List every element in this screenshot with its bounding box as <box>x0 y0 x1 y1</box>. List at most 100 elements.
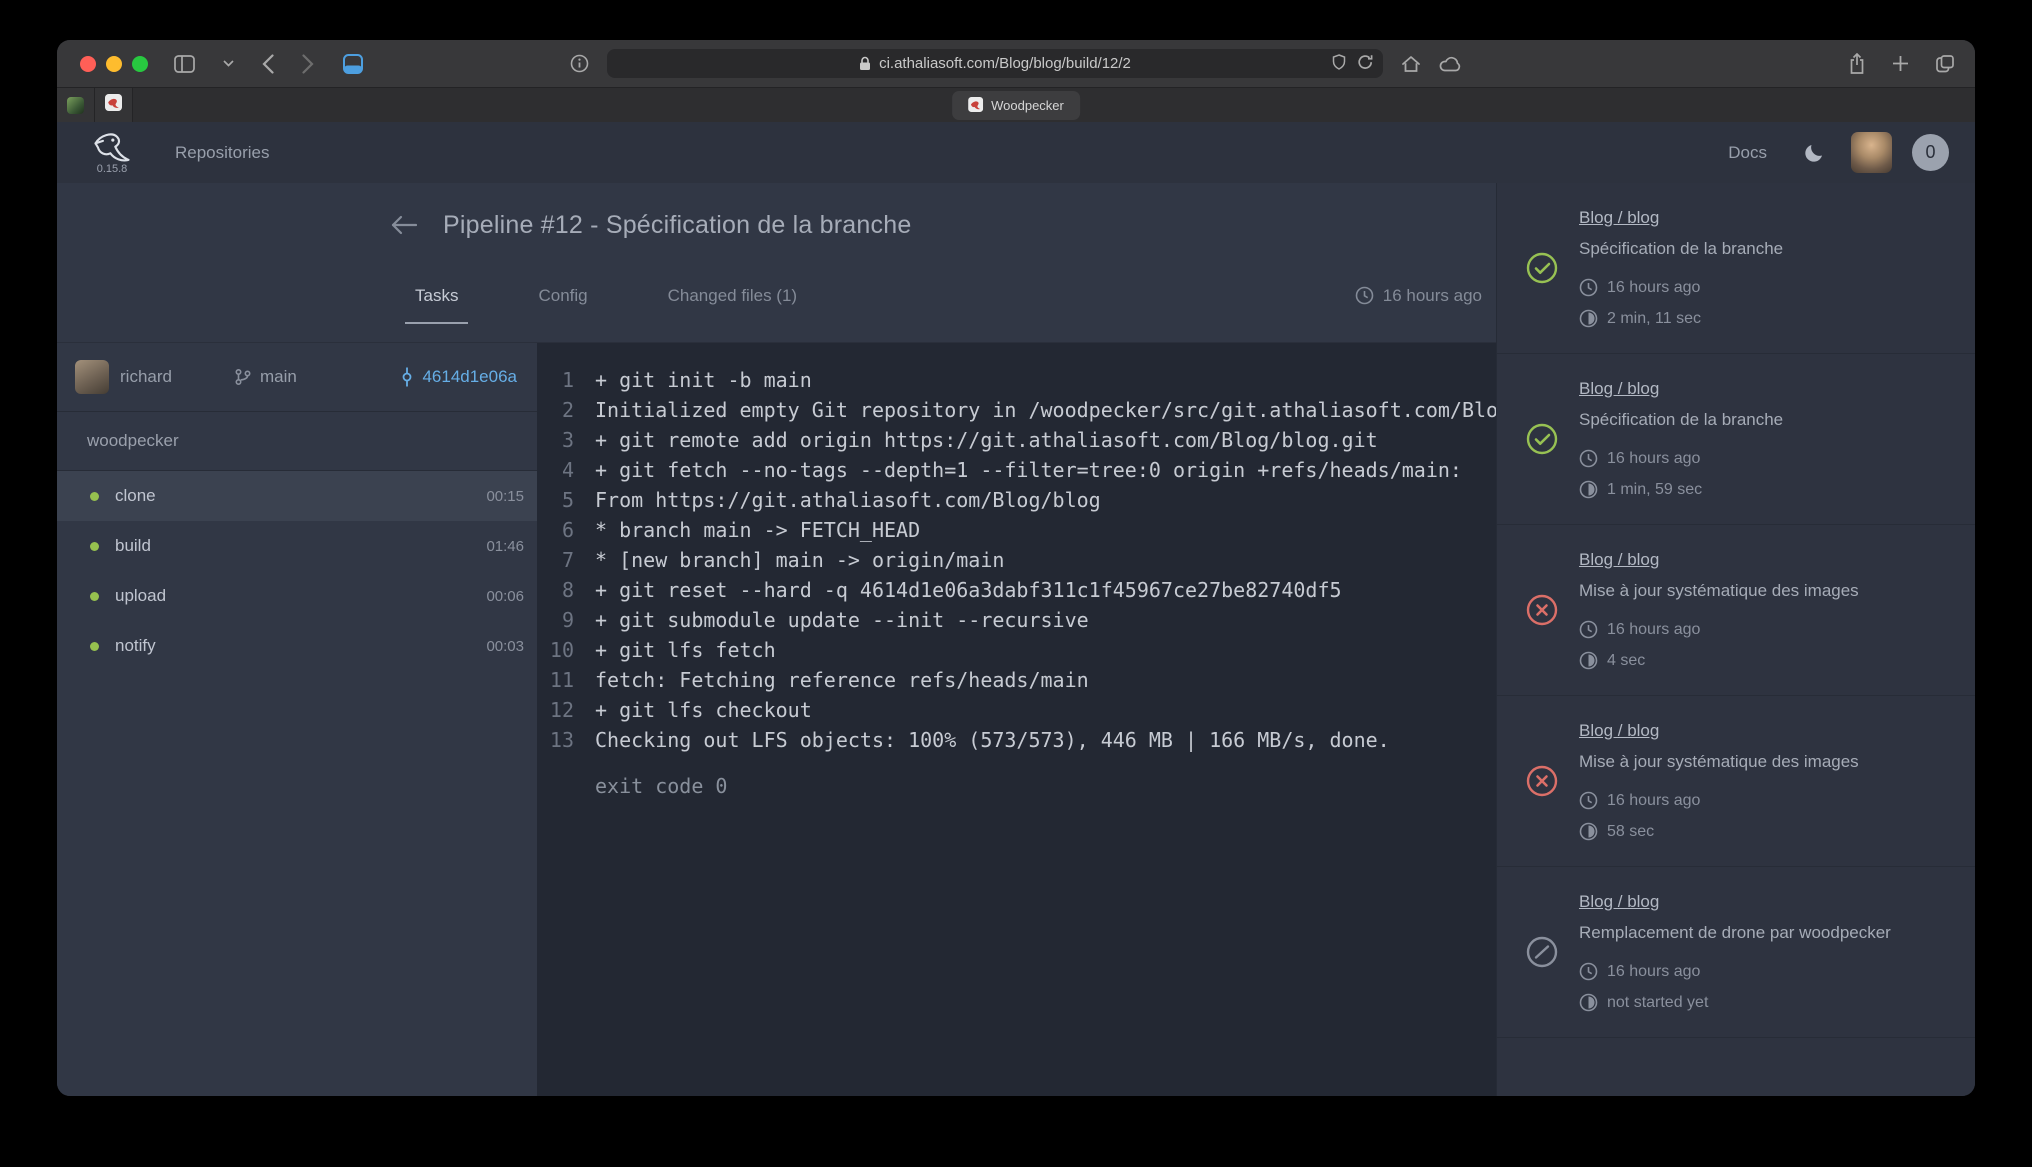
log-line-number: 6 <box>537 515 574 545</box>
icloud-tabs-button[interactable] <box>1439 56 1462 72</box>
tab-changed-files[interactable]: Changed files (1) <box>668 267 797 324</box>
task-item-notify[interactable]: notify 00:03 <box>57 621 537 671</box>
forward-button[interactable] <box>302 54 314 74</box>
task-status-dot <box>90 542 99 551</box>
log-line: 10+ git lfs fetch <box>537 635 1496 665</box>
build-message: Mise à jour systématique des images <box>1579 750 1957 773</box>
commit-meta-row: richard main <box>57 343 537 412</box>
window-controls <box>80 56 148 72</box>
log-line-text: + git lfs fetch <box>595 635 776 665</box>
build-list-item[interactable]: Blog / blog Mise à jour systématique des… <box>1497 525 1975 696</box>
log-line-number: 7 <box>537 545 574 575</box>
log-line: 12+ git lfs checkout <box>537 695 1496 725</box>
zoom-window-button[interactable] <box>132 56 148 72</box>
task-item-build[interactable]: build 01:46 <box>57 521 537 571</box>
log-line-text: + git init -b main <box>595 365 812 395</box>
clock-icon <box>1579 791 1598 810</box>
tab-bar: Woodpecker <box>57 87 1975 122</box>
address-bar[interactable]: ci.athaliasoft.com/Blog/blog/build/12/2 <box>607 49 1383 78</box>
pinned-tab-2[interactable] <box>95 88 133 122</box>
log-line-text: + git submodule update --init --recursiv… <box>595 605 1089 635</box>
task-item-clone[interactable]: clone 00:15 <box>57 471 537 521</box>
build-repo-link[interactable]: Blog / blog <box>1579 890 1659 913</box>
author-avatar <box>75 360 109 394</box>
app-version: 0.15.8 <box>97 163 128 175</box>
clock-icon <box>1579 962 1598 981</box>
share-button[interactable] <box>1848 53 1866 75</box>
build-list-item[interactable]: Blog / blog Remplacement de drone par wo… <box>1497 867 1975 1038</box>
reload-button[interactable] <box>1358 54 1373 74</box>
branch-icon <box>234 368 252 386</box>
build-list-item[interactable]: Blog / blog Spécification de la branche … <box>1497 183 1975 354</box>
new-tab-button[interactable] <box>1892 55 1909 72</box>
tab-title: Woodpecker <box>991 98 1064 113</box>
tab-config[interactable]: Config <box>538 267 587 324</box>
build-repo-link[interactable]: Blog / blog <box>1579 548 1659 571</box>
nav-docs-link[interactable]: Docs <box>1728 143 1767 163</box>
build-repo-link[interactable]: Blog / blog <box>1579 719 1659 742</box>
build-list-item[interactable]: Blog / blog Spécification de la branche … <box>1497 354 1975 525</box>
nav-repositories-link[interactable]: Repositories <box>175 143 270 163</box>
home-button[interactable] <box>1401 55 1421 73</box>
minimize-window-button[interactable] <box>106 56 122 72</box>
log-line: 3 + git remote add origin https://git.ath… <box>537 425 1496 455</box>
log-line-text: + git lfs checkout <box>595 695 812 725</box>
privacy-shield-icon[interactable] <box>1332 54 1346 74</box>
build-repo-link[interactable]: Blog / blog <box>1579 206 1659 229</box>
log-line-number: 5 <box>537 485 574 515</box>
log-line-text: * [new branch] main -> origin/main <box>595 545 1004 575</box>
task-item-upload[interactable]: upload 00:06 <box>57 571 537 621</box>
page-info-button[interactable] <box>570 54 589 73</box>
lock-icon <box>859 56 871 71</box>
build-list-item[interactable]: Blog / blog Mise à jour systématique des… <box>1497 696 1975 867</box>
chevron-down-icon[interactable] <box>223 60 234 67</box>
log-line: 7 * [new branch] main -> origin/main <box>537 545 1496 575</box>
build-list-item[interactable]: Blog / blog Remplacement de drone par wo… <box>1497 1038 1975 1096</box>
build-time: 16 hours ago <box>1607 960 1700 983</box>
task-panel: richard main <box>57 343 537 1096</box>
pipeline-tabs: Tasks Config Changed files (1) 16 hours … <box>57 267 1496 342</box>
user-avatar[interactable] <box>1851 132 1892 173</box>
woodpecker-favicon <box>105 94 122 116</box>
pinned-tab-1[interactable] <box>57 88 95 122</box>
log-line: 2Initialized empty Git repository in /wo… <box>537 395 1496 425</box>
commit-branch: main <box>234 367 297 387</box>
status-success-icon <box>1526 423 1558 455</box>
back-arrow-icon[interactable] <box>390 215 417 235</box>
woodpecker-favicon <box>968 97 983 115</box>
task-group-label: woodpecker <box>57 412 537 471</box>
build-duration: 2 min, 11 sec <box>1607 307 1701 330</box>
close-window-button[interactable] <box>80 56 96 72</box>
tab-tasks[interactable]: Tasks <box>415 267 458 324</box>
log-line-number: 3 <box>537 425 574 455</box>
woodpecker-logo[interactable]: 0.15.8 <box>91 131 133 175</box>
log-line: 1+ git init -b main <box>537 365 1496 395</box>
task-duration: 00:15 <box>486 488 524 505</box>
build-repo-link[interactable]: Blog / blog <box>1579 377 1659 400</box>
tab-overview-button[interactable] <box>1935 54 1955 74</box>
dark-mode-toggle-moon-icon[interactable] <box>1803 142 1825 164</box>
log-line: 4+ git fetch --no-tags --depth=1 --filte… <box>537 455 1496 485</box>
log-line-text: From https://git.athaliasoft.com/Blog/bl… <box>595 485 1101 515</box>
sidebar-toggle-icon[interactable] <box>174 55 195 73</box>
back-button[interactable] <box>262 54 274 74</box>
address-zone: ci.athaliasoft.com/Blog/blog/build/12/2 <box>570 49 1462 78</box>
task-name: notify <box>115 636 156 656</box>
log-line: 5 From https://git.athaliasoft.com/Blog/b… <box>537 485 1496 515</box>
woodpecker-app: 0.15.8 Repositories Docs 0 Pipeline #12 … <box>57 122 1975 1096</box>
build-time: 16 hours ago <box>1607 447 1700 470</box>
commit-link[interactable]: 4614d1e06a <box>399 367 517 387</box>
duration-icon <box>1579 651 1598 670</box>
log-line-text: + git remote add origin https://git.atha… <box>595 425 1378 455</box>
clock-icon <box>1355 286 1374 305</box>
site-favicon <box>67 97 84 114</box>
log-line-number: 2 <box>537 395 574 425</box>
status-failure-icon <box>1526 594 1558 626</box>
active-tab[interactable]: Woodpecker <box>952 91 1080 120</box>
log-line-text: fetch: Fetching reference refs/heads/mai… <box>595 665 1089 695</box>
log-line: 11fetch: Fetching reference refs/heads/m… <box>537 665 1496 695</box>
notification-badge[interactable]: 0 <box>1912 134 1949 171</box>
webapp-shortcut-icon[interactable] <box>342 53 364 75</box>
pipeline-time: 16 hours ago <box>1355 267 1482 324</box>
task-duration: 01:46 <box>486 538 524 555</box>
